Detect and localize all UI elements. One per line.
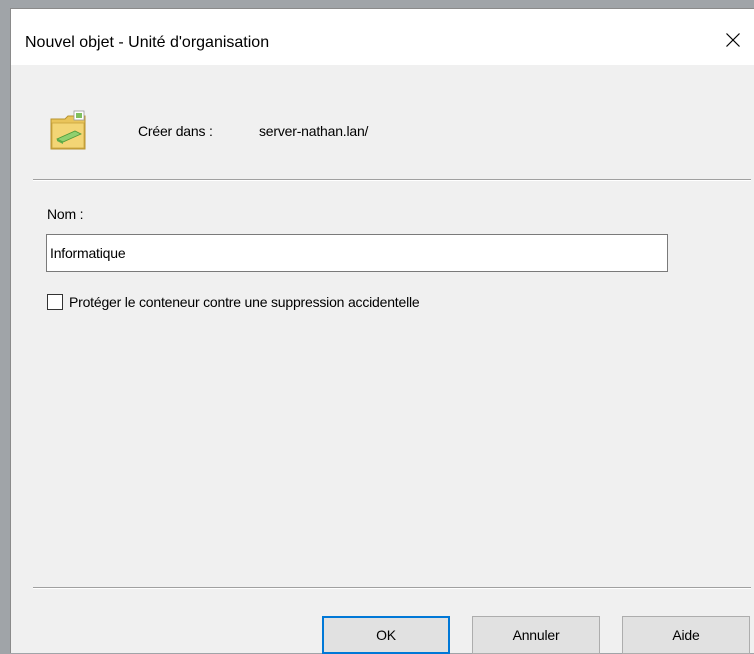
protect-container-label[interactable]: Protéger le conteneur contre une suppres… bbox=[69, 294, 420, 310]
help-button[interactable]: Aide bbox=[622, 616, 750, 654]
close-button[interactable] bbox=[708, 24, 754, 56]
ok-button[interactable]: OK bbox=[322, 616, 450, 654]
new-ou-dialog: Nouvel objet - Unité d'organisation Crée… bbox=[10, 8, 754, 654]
protect-container-checkbox[interactable]: Protéger le conteneur contre une suppres… bbox=[47, 292, 420, 312]
create-in-path: server-nathan.lan/ bbox=[259, 123, 369, 139]
organizational-unit-folder-icon bbox=[50, 110, 86, 150]
checkbox-box[interactable] bbox=[47, 294, 63, 310]
top-separator bbox=[33, 179, 751, 181]
create-in-label: Créer dans : bbox=[138, 123, 213, 139]
title-bar: Nouvel objet - Unité d'organisation bbox=[11, 9, 754, 65]
close-icon bbox=[726, 33, 740, 47]
name-input[interactable] bbox=[46, 234, 668, 272]
bottom-separator bbox=[33, 587, 751, 589]
cancel-button[interactable]: Annuler bbox=[472, 616, 600, 654]
name-label: Nom : bbox=[47, 206, 84, 222]
dialog-title: Nouvel objet - Unité d'organisation bbox=[25, 34, 270, 51]
